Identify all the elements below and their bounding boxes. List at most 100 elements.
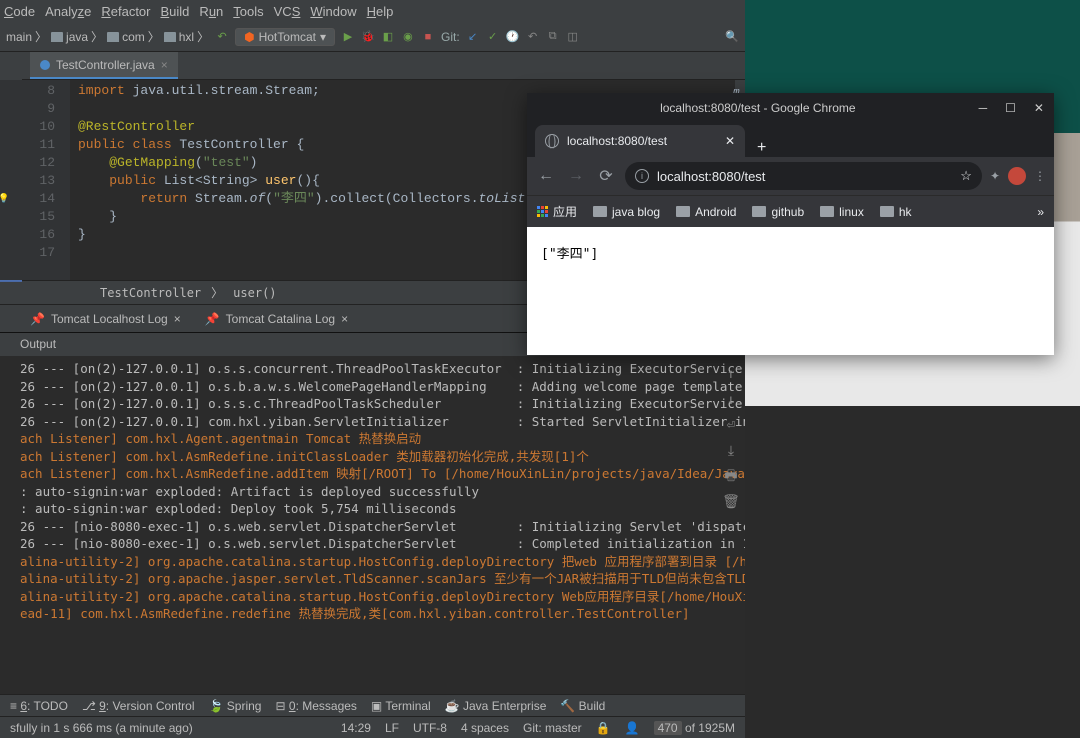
new-tab-button[interactable]: + (745, 139, 778, 157)
status-mem-used[interactable]: 470 (654, 721, 682, 735)
tomcat-localhost-tab[interactable]: 📌Tomcat Localhost Log× (20, 308, 191, 330)
debug-icon[interactable]: 🐞 (361, 30, 375, 44)
git-commit-icon[interactable]: ✓ (486, 30, 500, 44)
browser-tab[interactable]: localhost:8080/test ✕ (535, 125, 745, 157)
lock-icon[interactable]: 🔒 (596, 721, 611, 735)
menu-build[interactable]: Build (161, 4, 190, 19)
close-icon[interactable]: × (174, 312, 181, 326)
status-position[interactable]: 14:29 (341, 721, 371, 735)
maximize-icon[interactable]: ☐ (1005, 101, 1016, 115)
bookmark-github[interactable]: github (752, 205, 804, 219)
git-history-icon[interactable]: 🕐 (506, 30, 520, 44)
wrap-icon[interactable]: ⏎ (727, 417, 735, 435)
profile-avatar[interactable] (1008, 167, 1026, 185)
close-icon[interactable]: × (341, 312, 348, 326)
browser-tabstrip: localhost:8080/test ✕ + (527, 123, 1054, 157)
status-lineending[interactable]: LF (385, 721, 399, 735)
console-panel[interactable]: 26 --- [on(2)-127.0.0.1] o.s.s.concurren… (0, 356, 745, 694)
star-icon[interactable]: ☆ (960, 168, 972, 184)
back-icon[interactable]: ↶ (215, 30, 229, 44)
browser-tab-title: localhost:8080/test (567, 134, 667, 148)
console-line: 26 --- [on(2)-127.0.0.1] com.hxl.yiban.S… (20, 413, 745, 431)
breadcrumb-java[interactable]: java〉 (51, 28, 103, 45)
bottom-tool-tabs: ≡ 6: TODO ⎇ 9: Version Control 🍃 Spring … (0, 694, 745, 716)
close-icon[interactable]: ✕ (725, 134, 735, 148)
menu-icon[interactable]: ⋮ (1034, 169, 1046, 183)
diff-icon[interactable]: ⧉ (546, 30, 560, 44)
structure-icon[interactable]: ◫ (566, 30, 580, 44)
close-icon[interactable]: × (161, 58, 168, 72)
browser-titlebar[interactable]: localhost:8080/test - Google Chrome ─ ☐ … (527, 93, 1054, 123)
tab-messages[interactable]: ⊟ 0: Messages (275, 699, 356, 713)
folder-icon (880, 206, 894, 217)
scroll-icon[interactable]: ⤓ (728, 443, 734, 461)
pin-icon: 📌 (30, 312, 45, 326)
console-line: 26 --- [on(2)-127.0.0.1] o.s.b.a.w.s.Wel… (20, 378, 745, 396)
menu-refactor[interactable]: Refactor (101, 4, 150, 19)
coverage-icon[interactable]: ◧ (381, 30, 395, 44)
git-revert-icon[interactable]: ↶ (526, 30, 540, 44)
bookmark-hk[interactable]: hk (880, 205, 912, 219)
console-line: ach Listener] com.hxl.AsmRedefine.addIte… (20, 465, 745, 483)
forward-icon[interactable]: → (565, 167, 587, 185)
print-icon[interactable]: 🖶 (724, 468, 737, 486)
console-line: ead-11] com.hxl.AsmRedefine.redefine 热替换… (20, 605, 745, 623)
close-icon[interactable]: ✕ (1034, 101, 1044, 115)
bookmark-android[interactable]: Android (676, 205, 736, 219)
bookmark-javablog[interactable]: java blog (593, 205, 660, 219)
code-body[interactable]: import java.util.stream.Stream; @RestCon… (70, 80, 565, 280)
tab-build[interactable]: 🔨 Build (560, 699, 605, 713)
line-gutter: 8 9 10 11 12 13 14 15 16 17 (0, 80, 70, 280)
folder-icon (820, 206, 834, 217)
menu-code[interactable]: Code (4, 4, 35, 19)
console-line: : auto-signin:war exploded: Deploy took … (20, 500, 745, 518)
crumb-method[interactable]: user() (233, 286, 276, 300)
tab-todo[interactable]: ≡ 6: TODO (10, 699, 68, 713)
tab-spring[interactable]: 🍃 Spring (209, 699, 262, 713)
site-info-icon[interactable]: i (635, 169, 649, 183)
bookmark-linux[interactable]: linux (820, 205, 864, 219)
profile-icon[interactable]: ◉ (401, 30, 415, 44)
console-line: 26 --- [nio-8080-exec-1] o.s.web.servlet… (20, 535, 745, 553)
run-config-selector[interactable]: ⬢HotTomcat ▾ (235, 28, 335, 46)
tomcat-catalina-tab[interactable]: 📌Tomcat Catalina Log× (195, 308, 358, 330)
up-icon[interactable]: ↑ (727, 366, 735, 384)
menu-vcs[interactable]: VCS (274, 4, 301, 19)
breadcrumb-com[interactable]: com〉 (107, 28, 160, 45)
status-indent[interactable]: 4 spaces (461, 721, 509, 735)
bookmark-overflow-icon[interactable]: » (1037, 205, 1044, 219)
console-line: alina-utility-2] org.apache.jasper.servl… (20, 570, 745, 588)
search-icon[interactable]: 🔍 (725, 30, 739, 44)
menu-tools[interactable]: Tools (233, 4, 263, 19)
editor-tab[interactable]: TestController.java × (30, 52, 178, 79)
extensions-icon[interactable]: ✦ (990, 169, 1000, 183)
status-git[interactable]: Git: master (523, 721, 582, 735)
tab-terminal[interactable]: ▣ Terminal (371, 699, 431, 713)
status-encoding[interactable]: UTF-8 (413, 721, 447, 735)
reload-icon[interactable]: ⟳ (595, 166, 617, 186)
breadcrumb-main[interactable]: main〉 (6, 28, 47, 45)
git-update-icon[interactable]: ↙ (466, 30, 480, 44)
stop-icon[interactable]: ■ (421, 30, 435, 44)
tab-title: TestController.java (56, 58, 155, 72)
address-input[interactable]: i localhost:8080/test ☆ (625, 162, 982, 190)
menu-window[interactable]: Window (310, 4, 356, 19)
menu-help[interactable]: Help (367, 4, 394, 19)
console-line: alina-utility-2] org.apache.catalina.sta… (20, 553, 745, 571)
trash-icon[interactable]: 🗑 (722, 494, 740, 512)
minimize-icon[interactable]: ─ (979, 101, 988, 115)
apps-button[interactable]: 应用 (537, 203, 577, 220)
menu-run[interactable]: Run (199, 4, 223, 19)
breadcrumb-hxl[interactable]: hxl〉 (164, 28, 209, 45)
run-icon[interactable]: ▶ (341, 30, 355, 44)
folder-icon (107, 32, 119, 42)
crumb-class[interactable]: TestController (100, 286, 201, 300)
menu-analyze[interactable]: Analyze (45, 4, 91, 19)
address-bar-row: ← → ⟳ i localhost:8080/test ☆ ✦ ⋮ (527, 157, 1054, 195)
back-icon[interactable]: ← (535, 167, 557, 185)
tab-vcs[interactable]: ⎇ 9: Version Control (82, 699, 195, 713)
tab-java-enterprise[interactable]: ☕ Java Enterprise (445, 699, 547, 713)
down-icon[interactable]: ↓ (727, 392, 735, 410)
person-icon[interactable]: 👤 (625, 721, 640, 735)
java-class-icon (40, 60, 50, 70)
